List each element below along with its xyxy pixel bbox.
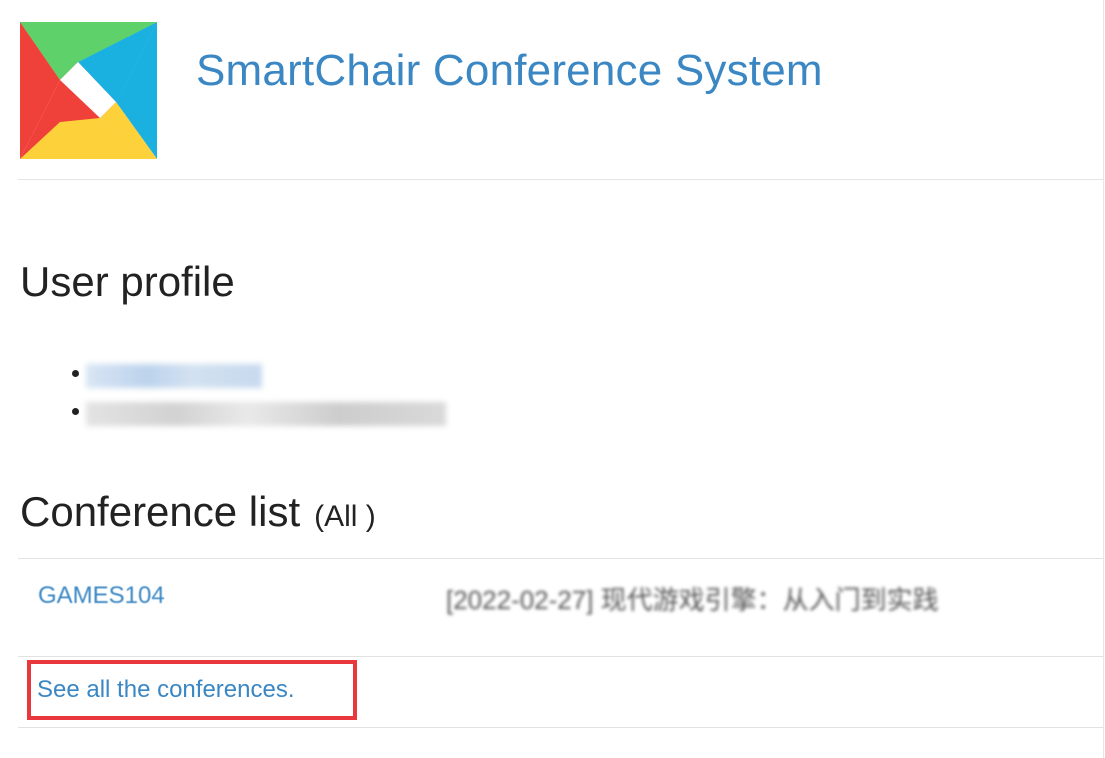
conference-id-link[interactable]: GAMES104 bbox=[38, 582, 165, 610]
user-profile-heading: User profile bbox=[20, 258, 235, 305]
page-right-border bbox=[1103, 0, 1104, 758]
table-divider bbox=[18, 727, 1103, 728]
site-header: SmartChair Conference System bbox=[0, 0, 1103, 180]
smartchair-logo-icon[interactable] bbox=[20, 22, 157, 159]
conference-filter-label: (All ) bbox=[314, 500, 376, 533]
conference-title: [2022-02-27] 现代游戏引擎：从入门到实践 bbox=[446, 585, 939, 615]
bullet-icon bbox=[72, 408, 79, 415]
see-all-conferences-link[interactable]: See all the conferences. bbox=[37, 676, 295, 704]
site-title-link[interactable]: SmartChair Conference System bbox=[196, 46, 823, 96]
conference-list-heading: Conference list (All ) bbox=[20, 488, 376, 536]
redacted-text bbox=[86, 364, 262, 388]
profile-item-email bbox=[72, 402, 472, 426]
conference-list-title: Conference list bbox=[20, 488, 301, 535]
redacted-text bbox=[86, 402, 446, 426]
table-row: GAMES104 [2022-02-27] 现代游戏引擎：从入门到实践 bbox=[18, 560, 1103, 656]
header-divider bbox=[18, 179, 1103, 180]
profile-item-username[interactable] bbox=[72, 364, 472, 388]
table-divider bbox=[18, 558, 1103, 559]
bullet-icon bbox=[72, 370, 79, 377]
table-divider bbox=[18, 656, 1103, 657]
